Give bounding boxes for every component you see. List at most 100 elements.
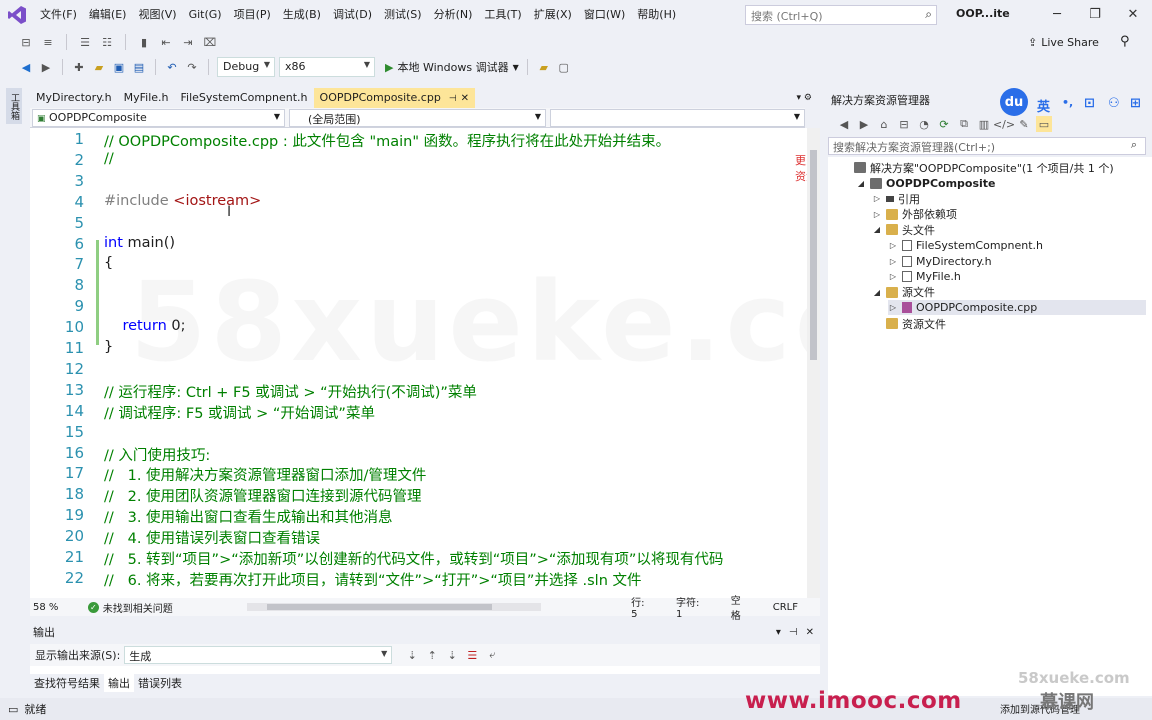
- ime-user-icon[interactable]: ⚇: [1108, 96, 1120, 111]
- editor-tab[interactable]: OOPDPComposite.cpp ⊣ ✕: [313, 88, 476, 108]
- line-indicator[interactable]: 行: 5: [631, 594, 654, 620]
- code-line[interactable]: //: [104, 151, 114, 167]
- tree-node[interactable]: ▷ 引用: [872, 191, 920, 206]
- clear-bookmark-icon[interactable]: ⌧: [202, 34, 218, 50]
- char-indicator[interactable]: 字符: 1: [676, 594, 709, 620]
- tree-node[interactable]: ▷ FileSystemCompnent.h: [888, 238, 1043, 253]
- home-icon[interactable]: ⌂: [876, 116, 892, 132]
- switch-view-icon[interactable]: ⊟: [896, 116, 912, 132]
- properties-icon[interactable]: ✎: [1016, 116, 1032, 132]
- menu-item[interactable]: 项目(P): [228, 0, 277, 30]
- undo-icon[interactable]: ↶: [164, 59, 180, 75]
- code-line[interactable]: // OOPDPComposite.cpp : 此文件包含 "main" 函数。…: [104, 130, 670, 151]
- find-message-icon[interactable]: ⇣: [404, 647, 420, 663]
- expand-arrow-icon[interactable]: ▷: [888, 272, 898, 281]
- back-icon[interactable]: ◀: [836, 116, 852, 132]
- project-scope-select[interactable]: ▣ OOPDPComposite ▼: [32, 109, 286, 127]
- editor-tab[interactable]: MyFile.h: [118, 88, 175, 108]
- screenshot-icon[interactable]: ▢: [556, 59, 572, 75]
- code-line[interactable]: }: [104, 339, 113, 355]
- scroll-thumb[interactable]: [810, 150, 817, 360]
- solution-search-input[interactable]: 搜索解决方案资源管理器(Ctrl+;) ⌕: [828, 137, 1146, 155]
- format-icon[interactable]: ≡: [40, 34, 56, 50]
- tree-node[interactable]: ▷ MyDirectory.h: [888, 254, 992, 269]
- ime-toolbox-icon[interactable]: ⊡: [1084, 96, 1095, 111]
- expand-arrow-icon[interactable]: ◢: [872, 288, 882, 297]
- tree-node[interactable]: ▷ 外部依赖项: [872, 207, 957, 222]
- close-icon[interactable]: ✕: [806, 627, 814, 638]
- menu-item[interactable]: 视图(V): [132, 0, 182, 30]
- prev-bookmark-icon[interactable]: ⇤: [158, 34, 174, 50]
- redo-icon[interactable]: ↷: [184, 59, 200, 75]
- tree-node[interactable]: ◢ 源文件: [872, 285, 935, 300]
- menu-item[interactable]: 调试(D): [327, 0, 378, 30]
- chevron-down-icon[interactable]: ▾: [776, 627, 781, 638]
- menu-item[interactable]: 测试(S): [378, 0, 428, 30]
- tree-node[interactable]: ◢ 头文件: [872, 222, 935, 237]
- menu-item[interactable]: 工具(T): [478, 0, 527, 30]
- code-editor[interactable]: 58xueke.com 1234567891011121314151617181…: [30, 128, 820, 598]
- code-line[interactable]: // 2. 使用团队资源管理器窗口连接到源代码管理: [104, 485, 422, 506]
- expand-arrow-icon[interactable]: ▷: [888, 303, 898, 312]
- search-input[interactable]: 搜索 (Ctrl+Q) ⌕: [745, 5, 937, 25]
- minimize-button[interactable]: ─: [1038, 0, 1076, 30]
- save-icon[interactable]: ▣: [111, 59, 127, 75]
- code-line[interactable]: // 4. 使用错误列表窗口查看错误: [104, 527, 320, 548]
- find-in-files-icon[interactable]: ▰: [536, 59, 552, 75]
- editor-tab[interactable]: MyDirectory.h: [30, 88, 118, 108]
- member-select[interactable]: ▼: [550, 109, 805, 127]
- code-line[interactable]: // 3. 使用输出窗口查看生成输出和其他消息: [104, 506, 393, 527]
- clear-all-icon[interactable]: ☰: [464, 647, 480, 663]
- toolbox-tab[interactable]: 工具箱: [6, 88, 22, 124]
- zoom-select[interactable]: 58 %: [30, 602, 88, 613]
- collapse-all-icon[interactable]: ⧉: [956, 116, 972, 132]
- output-source-select[interactable]: 生成 ▼: [124, 646, 393, 664]
- bottom-tab[interactable]: 查找符号结果: [30, 674, 104, 692]
- code-line[interactable]: // 1. 使用解决方案资源管理器窗口添加/管理文件: [104, 464, 426, 485]
- code-line[interactable]: // 5. 转到“项目”>“添加新项”以创建新的代码文件，或转到“项目”>“添加…: [104, 548, 723, 569]
- comment-icon[interactable]: ☰: [77, 34, 93, 50]
- menu-item[interactable]: 扩展(X): [528, 0, 578, 30]
- forward-icon[interactable]: ▶: [38, 59, 54, 75]
- bottom-tab[interactable]: 输出: [104, 674, 134, 692]
- menu-item[interactable]: 编辑(E): [83, 0, 133, 30]
- code-line[interactable]: int main(): [104, 235, 175, 251]
- code-view-icon[interactable]: </>: [993, 116, 1015, 132]
- hscroll-thumb[interactable]: [267, 604, 493, 610]
- expand-arrow-icon[interactable]: ◢: [872, 225, 882, 234]
- forward-icon[interactable]: ▶: [856, 116, 872, 132]
- tree-node[interactable]: ▷ OOPDPComposite.cpp: [888, 300, 1146, 316]
- expand-arrow-icon[interactable]: ▷: [872, 210, 882, 219]
- live-share-button[interactable]: ⇪ Live Share: [1028, 36, 1099, 49]
- pending-changes-icon[interactable]: ◔: [916, 116, 932, 132]
- code-line[interactable]: // 运行程序: Ctrl + F5 或调试 > “开始执行(不调试)”菜单: [104, 381, 477, 402]
- new-project-icon[interactable]: ✚: [71, 59, 87, 75]
- expand-arrow-icon[interactable]: ▷: [888, 241, 898, 250]
- close-icon[interactable]: ✕: [461, 93, 469, 104]
- close-window-button[interactable]: ✕: [1114, 0, 1152, 30]
- sync-icon[interactable]: ⟳: [936, 116, 952, 132]
- feedback-icon[interactable]: ⚲: [1120, 34, 1130, 49]
- tree-node[interactable]: ▷ MyFile.h: [888, 269, 961, 284]
- editor-tab[interactable]: FileSystemCompnent.h: [175, 88, 314, 108]
- next-bookmark-icon[interactable]: ⇥: [180, 34, 196, 50]
- expand-arrow-icon[interactable]: ◢: [856, 179, 866, 188]
- spaces-indicator[interactable]: 空格: [731, 592, 751, 622]
- preview-icon[interactable]: ▭: [1036, 116, 1052, 132]
- expand-arrow-icon[interactable]: ▷: [872, 194, 882, 203]
- pin-icon[interactable]: ⊣: [789, 627, 798, 638]
- code-line[interactable]: {: [104, 255, 113, 271]
- tab-overflow-icon[interactable]: ▾ ⚙: [789, 88, 820, 108]
- back-icon[interactable]: ◀: [18, 59, 34, 75]
- expand-arrow-icon[interactable]: ▷: [888, 257, 898, 266]
- open-folder-icon[interactable]: ▰: [91, 59, 107, 75]
- code-line[interactable]: // 入门使用技巧:: [104, 444, 210, 465]
- tree-node[interactable]: 资源文件: [872, 316, 946, 331]
- code-line[interactable]: // 调试程序: F5 或调试 > “开始调试”菜单: [104, 402, 375, 423]
- bottom-tab[interactable]: 错误列表: [134, 674, 186, 692]
- global-scope-select[interactable]: (全局范围) ▼: [289, 109, 546, 127]
- bookmark-icon[interactable]: ▮: [136, 34, 152, 50]
- word-wrap-icon[interactable]: ⤶: [484, 647, 500, 663]
- uncomment-icon[interactable]: ☷: [99, 34, 115, 50]
- code-line[interactable]: return 0;: [104, 318, 185, 334]
